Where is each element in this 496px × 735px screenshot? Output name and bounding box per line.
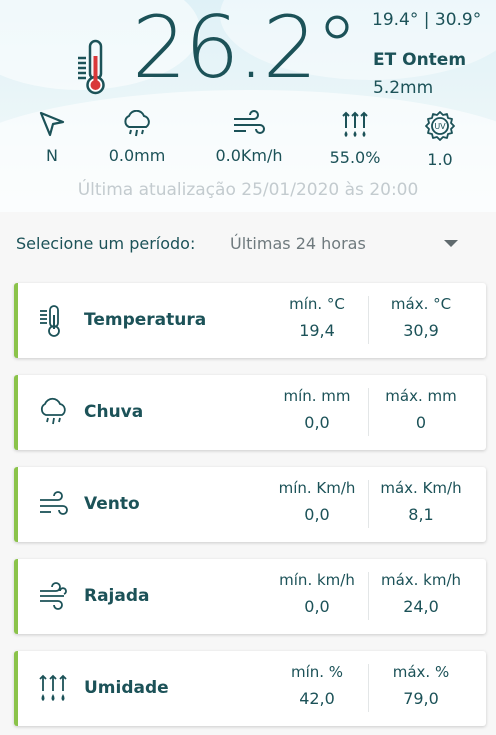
card-chuva[interactable]: Chuva mín. mm 0,0 máx. mm 0 <box>14 375 486 450</box>
max-label: máx. km/h <box>380 571 462 589</box>
period-label: Selecione um período: <box>16 234 196 253</box>
last-update-text: Última atualização 25/01/2020 às 20:00 <box>77 180 419 200</box>
card-umidade[interactable]: Umidade mín. % 42,0 máx. % 79,0 <box>14 651 486 726</box>
gust-icon <box>40 582 67 610</box>
rain-cloud-icon <box>40 397 66 425</box>
min-value: 0,0 <box>304 597 330 616</box>
navigation-arrow-icon <box>39 111 65 137</box>
min-column: mín. % 42,0 <box>262 663 372 708</box>
chevron-down-icon[interactable] <box>444 240 458 247</box>
svg-text:UV: UV <box>434 122 446 131</box>
min-value: 0,0 <box>304 413 330 432</box>
min-label: mín. °C <box>289 295 345 313</box>
wind-icon <box>234 110 265 134</box>
card-title: Umidade <box>84 678 169 698</box>
current-temperature: 26.2° <box>132 0 358 98</box>
card-vento[interactable]: Vento mín. Km/h 0,0 máx. Km/h 8,1 <box>14 467 486 542</box>
max-label: máx. Km/h <box>380 479 462 497</box>
wind-direction: N <box>32 110 72 165</box>
max-value: 0 <box>415 413 427 432</box>
rain-stat: 0.0mm <box>98 110 176 165</box>
card-title: Vento <box>84 494 140 514</box>
max-column: máx. mm 0 <box>366 387 476 432</box>
humidity-value: 55.0% <box>329 148 381 167</box>
wind-direction-value: N <box>46 146 58 165</box>
min-label: mín. km/h <box>279 571 355 589</box>
max-column: máx. km/h 24,0 <box>366 571 476 616</box>
min-value: 0,0 <box>304 505 330 524</box>
humidity-icon <box>342 111 368 137</box>
card-title: Rajada <box>84 586 150 606</box>
max-value: 24,0 <box>403 597 439 616</box>
rain-cloud-icon <box>124 110 150 137</box>
uv-value: 1.0 <box>427 150 453 169</box>
wind-icon <box>40 491 68 515</box>
max-value: 79,0 <box>403 689 439 708</box>
min-column: mín. mm 0,0 <box>262 387 372 432</box>
max-label: máx. °C <box>390 295 452 313</box>
et-value: 5.2mm <box>373 78 434 98</box>
thermometer-icon <box>78 39 105 95</box>
max-value: 30,9 <box>403 321 439 340</box>
card-title: Temperatura <box>84 310 207 330</box>
min-value: 19,4 <box>299 321 335 340</box>
rain-value: 0.0mm <box>108 146 166 165</box>
humidity-icon <box>39 674 67 701</box>
uv-index-icon: UV <box>425 111 455 141</box>
card-rajada[interactable]: Rajada mín. km/h 0,0 máx. km/h 24,0 <box>14 559 486 634</box>
max-column: máx. °C 30,9 <box>366 295 476 340</box>
min-column: mín. Km/h 0,0 <box>262 479 372 524</box>
min-label: mín. Km/h <box>278 479 356 497</box>
max-label: máx. mm <box>385 387 457 405</box>
humidity-stat: 55.0% <box>320 110 390 167</box>
card-title: Chuva <box>84 402 144 422</box>
max-value: 8,1 <box>408 505 434 524</box>
max-column: máx. Km/h 8,1 <box>366 479 476 524</box>
min-label: mín. mm <box>283 387 351 405</box>
min-label: mín. % <box>290 663 344 681</box>
min-value: 42,0 <box>299 689 335 708</box>
thermometer-icon <box>40 305 60 337</box>
today-min-max: 19.4° | 30.9° <box>372 10 482 30</box>
et-label: ET Ontem <box>373 50 467 70</box>
max-label: máx. % <box>392 663 450 681</box>
max-column: máx. % 79,0 <box>366 663 476 708</box>
uv-stat: UV 1.0 <box>418 110 462 169</box>
period-select[interactable]: Últimas 24 horas <box>230 234 366 253</box>
current-conditions-header: 26.2° 19.4° | 30.9° ET Ontem 5.2mm N 0.0… <box>0 0 496 212</box>
card-temperatura[interactable]: Temperatura mín. °C 19,4 máx. °C 30,9 <box>14 283 486 358</box>
wind-value: 0.0Km/h <box>215 146 283 165</box>
min-column: mín. °C 19,4 <box>262 295 372 340</box>
wind-stat: 0.0Km/h <box>204 110 294 165</box>
min-column: mín. km/h 0,0 <box>262 571 372 616</box>
